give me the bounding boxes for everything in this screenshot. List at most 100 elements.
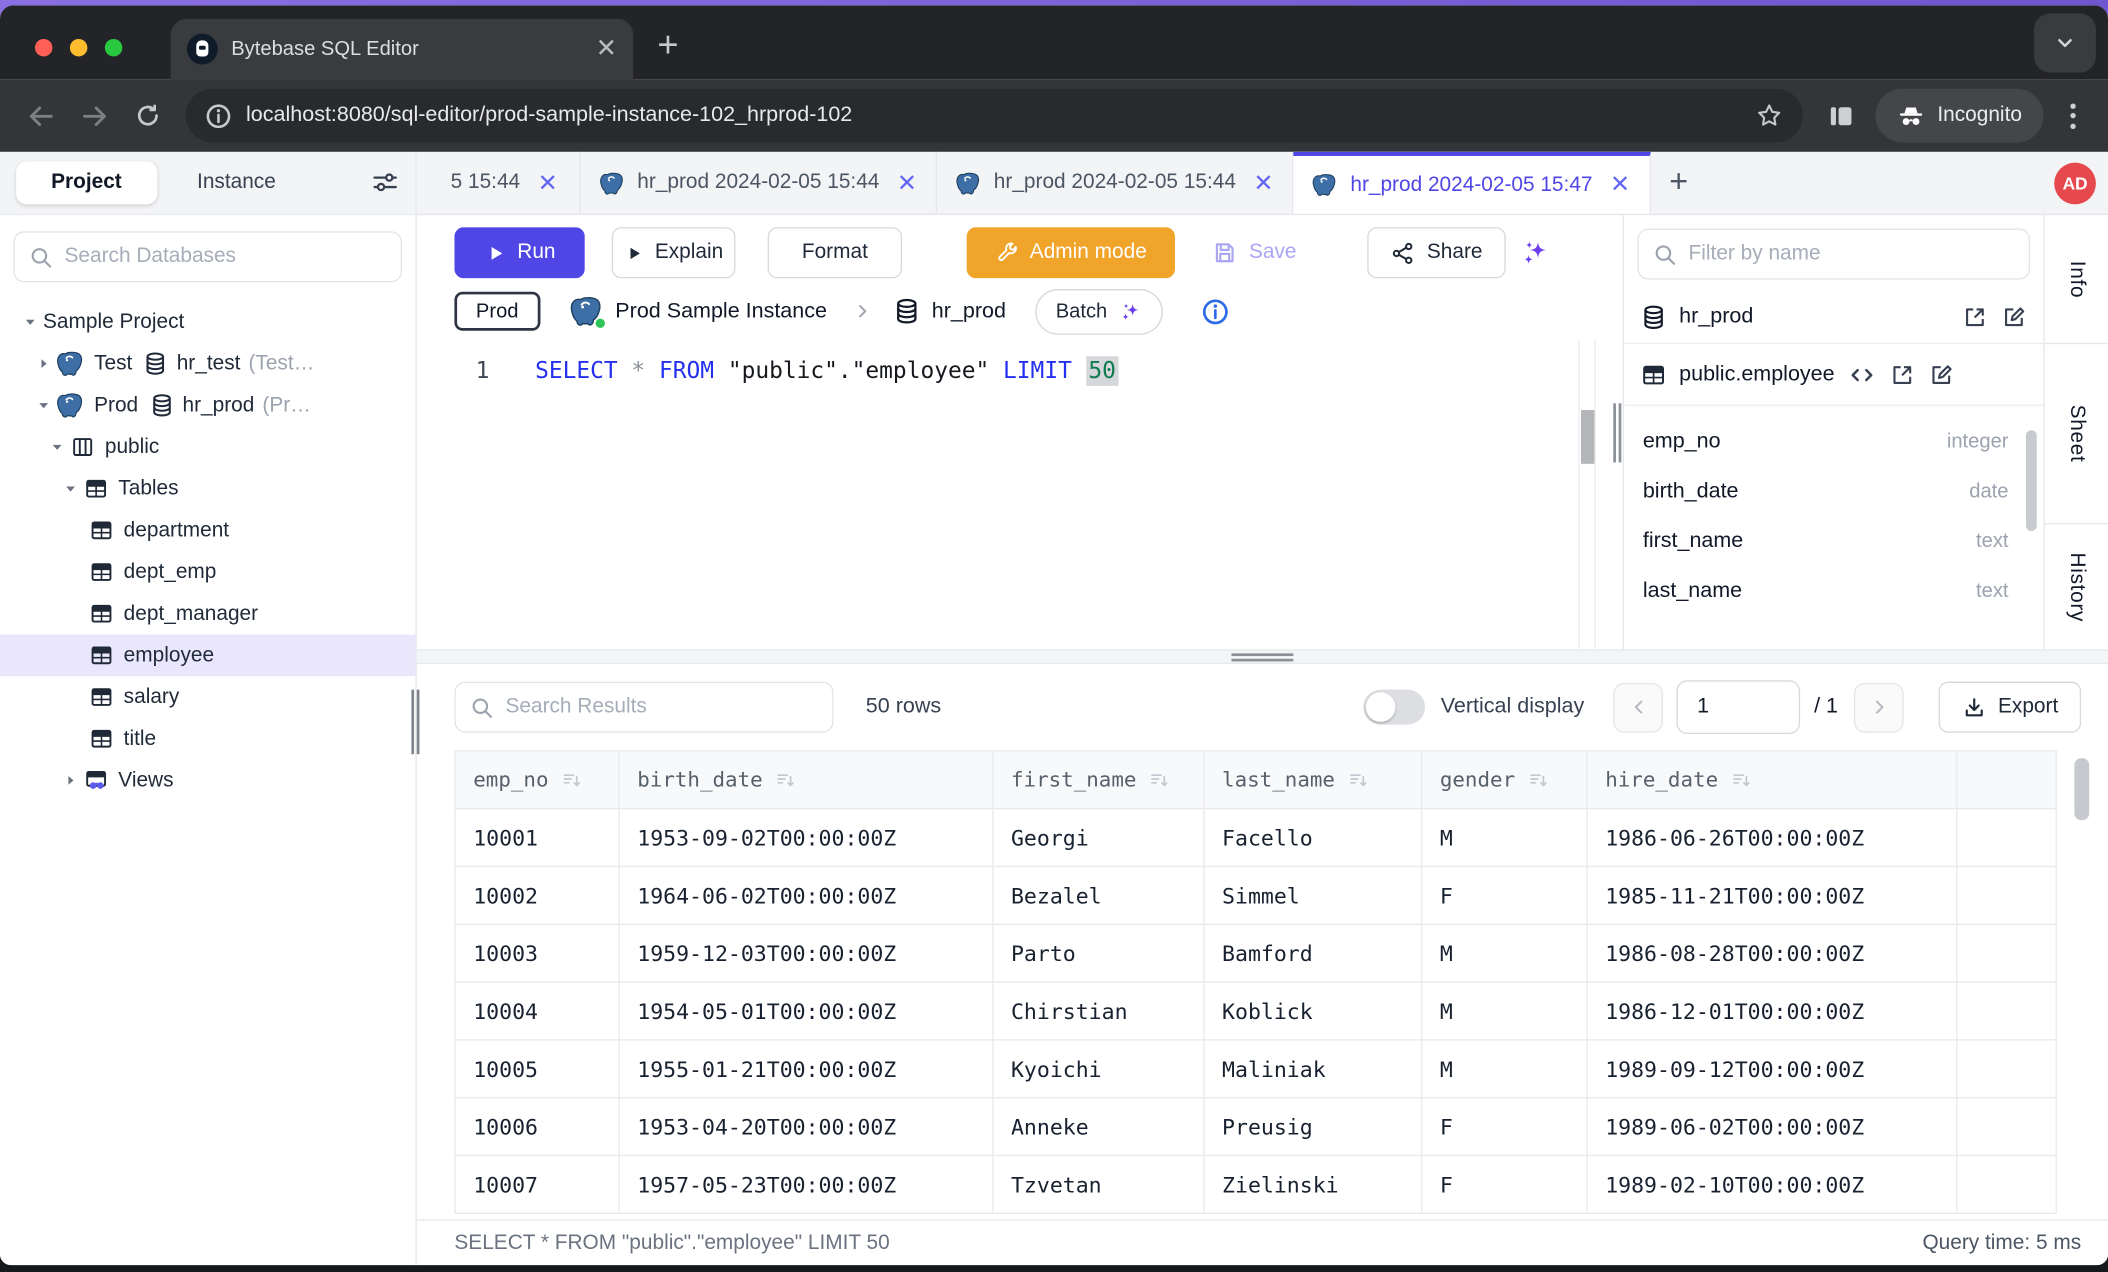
table-cell[interactable]: Koblick [1204,982,1422,1040]
table-cell[interactable]: 1986-12-01T00:00:00Z [1587,982,1957,1040]
ai-sparkle-icon[interactable] [1519,237,1551,269]
instance-breadcrumb[interactable]: Prod Sample Instance [570,294,827,328]
tab-search-chevron-button[interactable] [2034,13,2096,72]
address-bar[interactable]: localhost:8080/sql-editor/prod-sample-in… [186,89,1803,143]
bookmark-star-icon[interactable] [1755,101,1785,131]
export-button[interactable]: Export [1939,682,2081,733]
environment-chip[interactable]: Prod [454,292,540,331]
tree-item-tables[interactable]: Tables [0,468,415,510]
table-cell[interactable]: M [1422,809,1587,867]
tree-collapse-arrow[interactable] [56,480,83,497]
sidebar-resize-handle[interactable] [410,690,421,755]
column-row-last_name[interactable]: last_nametext [1643,566,2009,616]
tree-expand-arrow[interactable] [56,772,83,789]
tree-item-sample-project[interactable]: Sample Project [0,301,415,343]
explain-button[interactable]: Explain [612,227,736,278]
zoom-window-button[interactable] [105,39,122,56]
admin-mode-button[interactable]: Admin mode [967,227,1175,278]
close-tab-icon[interactable]: ✕ [1253,169,1273,197]
table-cell[interactable]: Chirstian [993,982,1204,1040]
new-browser-tab-button[interactable]: + [657,24,678,66]
tree-collapse-arrow[interactable] [43,438,70,455]
tab-instance[interactable]: Instance [197,171,276,195]
url-text[interactable]: localhost:8080/sql-editor/prod-sample-in… [246,104,1755,128]
browser-tab-close-icon[interactable]: ✕ [596,36,617,62]
tree-item-views[interactable]: Views [0,760,415,802]
table-cell[interactable]: Zielinski [1204,1156,1422,1214]
table-cell[interactable]: 1953-04-20T00:00:00Z [619,1098,993,1156]
edit-database-icon[interactable] [2000,303,2027,330]
table-cell[interactable]: 1964-06-02T00:00:00Z [619,866,993,924]
database-search-box[interactable] [13,231,402,282]
table-cell[interactable]: M [1422,924,1587,982]
column-row-emp_no[interactable]: emp_nointeger [1643,417,2009,467]
save-button[interactable]: Save [1194,227,1314,278]
view-table-code-icon[interactable] [1847,360,1877,390]
table-cell[interactable]: 1989-06-02T00:00:00Z [1587,1098,1957,1156]
user-avatar[interactable]: AD [2054,162,2096,204]
column-header-emp_no[interactable]: emp_no [455,751,619,809]
open-table-external-icon[interactable] [1888,361,1915,388]
column-row-first_name[interactable]: first_nametext [1643,516,2009,566]
share-button[interactable]: Share [1368,227,1506,278]
connection-info-icon[interactable] [1200,296,1230,326]
database-breadcrumb[interactable]: hr_prod [893,297,1006,325]
table-cell[interactable]: 1959-12-03T00:00:00Z [619,924,993,982]
editor-scrollbar-thumb[interactable] [1581,410,1594,464]
tree-item-prod[interactable]: Prodhr_prod(Pr… [0,384,415,426]
tree-item-dept-manager[interactable]: dept_manager [0,593,415,635]
table-cell[interactable]: 1989-02-10T00:00:00Z [1587,1156,1957,1214]
table-cell[interactable]: 10002 [455,866,619,924]
sql-statement[interactable]: SELECT * FROM "public"."employee" LIMIT … [535,358,1118,385]
open-database-external-icon[interactable] [1961,303,1988,330]
schema-filter-input[interactable] [1689,242,2016,266]
tree-item-department[interactable]: department [0,510,415,552]
results-search-box[interactable] [454,682,833,733]
schema-table-row[interactable]: public.employee [1624,344,2043,406]
table-cell[interactable]: 1953-09-02T00:00:00Z [619,809,993,867]
tree-collapse-arrow[interactable] [16,313,43,330]
query-tab-1[interactable]: hr_prod 2024-02-05 15:44✕ [581,152,938,214]
edit-table-icon[interactable] [1927,361,1954,388]
table-cell[interactable]: 1957-05-23T00:00:00Z [619,1156,993,1214]
tree-item-public[interactable]: public [0,426,415,468]
prev-page-button[interactable] [1614,682,1664,732]
table-cell[interactable]: 10003 [455,924,619,982]
format-button[interactable]: Format [768,227,902,278]
tree-item-salary[interactable]: salary [0,676,415,718]
column-row-birth_date[interactable]: birth_datedate [1643,467,2009,517]
table-cell[interactable]: 10006 [455,1098,619,1156]
minimize-window-button[interactable] [70,39,87,56]
page-number-input[interactable] [1677,680,1801,734]
schema-filter-box[interactable] [1637,229,2030,280]
tab-project[interactable]: Project [16,161,157,204]
table-cell[interactable]: M [1422,982,1587,1040]
results-splitter-handle[interactable] [417,649,2108,664]
browser-menu-button[interactable] [2070,103,2075,129]
column-header-last_name[interactable]: last_name [1204,751,1422,809]
close-tab-icon[interactable]: ✕ [538,169,558,197]
close-tab-icon[interactable]: ✕ [1610,171,1630,199]
batch-button[interactable]: Batch [1036,288,1163,334]
tree-collapse-arrow[interactable] [30,397,57,414]
table-cell[interactable]: Preusig [1204,1098,1422,1156]
table-cell[interactable]: Tzvetan [993,1156,1204,1214]
table-cell[interactable]: Georgi [993,809,1204,867]
close-window-button[interactable] [35,39,52,56]
table-cell[interactable]: 10001 [455,809,619,867]
table-cell[interactable]: 1985-11-21T00:00:00Z [1587,866,1957,924]
tree-item-employee[interactable]: employee [0,635,415,677]
query-tab-2[interactable]: hr_prod 2024-02-05 15:44✕ [937,152,1294,214]
tree-item-dept-emp[interactable]: dept_emp [0,551,415,593]
table-cell[interactable]: Maliniak [1204,1040,1422,1098]
table-cell[interactable]: Bamford [1204,924,1422,982]
schema-scrollbar-thumb[interactable] [2026,430,2037,531]
macos-traffic-lights[interactable] [35,39,122,56]
next-page-button[interactable] [1854,682,1904,732]
table-cell[interactable]: 1989-09-12T00:00:00Z [1587,1040,1957,1098]
table-cell[interactable]: 1954-05-01T00:00:00Z [619,982,993,1040]
table-cell[interactable]: 1955-01-21T00:00:00Z [619,1040,993,1098]
results-scrollbar-thumb[interactable] [2074,758,2089,820]
vertical-display-toggle[interactable] [1363,690,1425,725]
table-cell[interactable]: M [1422,1040,1587,1098]
